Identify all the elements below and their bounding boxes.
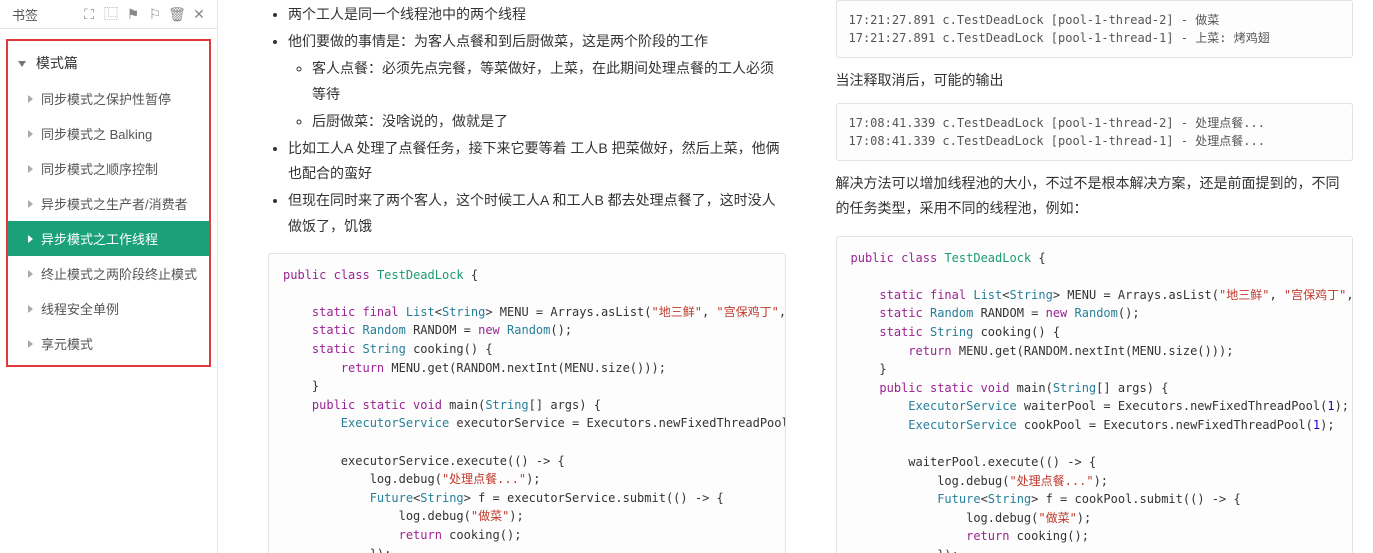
sidebar-item-4[interactable]: 异步模式之工作线程: [8, 221, 209, 256]
unflag-icon[interactable]: ⚐: [145, 4, 165, 24]
right-column: 17:21:27.891 c.TestDeadLock [pool-1-thre…: [806, 0, 1373, 553]
sidebar-item-0[interactable]: 同步模式之保护性暂停: [8, 81, 209, 116]
chevron-down-icon: [18, 61, 26, 67]
sidebar-item-label: 终止模式之两阶段终止模式: [41, 264, 197, 283]
list-item: 但现在同时来了两个客人，这个时候工人A 和工人B 都去处理点餐了，这时没人做饭了…: [288, 188, 786, 238]
bookmark-outline-highlight: 模式篇 同步模式之保护性暂停同步模式之 Balking同步模式之顺序控制异步模式…: [6, 39, 211, 367]
paragraph: 当注释取消后，可能的输出: [836, 68, 1354, 93]
delete-icon[interactable]: 🗑: [167, 4, 187, 24]
left-column: 两个工人是同一个线程池中的两个线程他们要做的事情是：为客人点餐和到后厨做菜，这是…: [218, 0, 806, 553]
chevron-right-icon: [28, 235, 33, 243]
chevron-right-icon: [28, 270, 33, 278]
expand-icon[interactable]: ⛶: [79, 4, 99, 24]
sidebar-item-label: 异步模式之生产者/消费者: [41, 194, 188, 213]
chevron-right-icon: [28, 305, 33, 313]
sidebar-item-5[interactable]: 终止模式之两阶段终止模式: [8, 256, 209, 291]
sidebar-title: 书签: [8, 5, 38, 24]
list-item: 比如工人A 处理了点餐任务，接下来它要等着 工人B 把菜做好，然后上菜，他俩也配…: [288, 136, 786, 186]
code-block-right: public class TestDeadLock { static final…: [836, 236, 1354, 553]
nav-list: 同步模式之保护性暂停同步模式之 Balking 同步模式之顺序控制异步模式之生产者…: [8, 81, 209, 361]
sidebar-item-7[interactable]: 享元模式: [8, 326, 209, 361]
log-output-2: 17:08:41.339 c.TestDeadLock [pool-1-thre…: [836, 103, 1354, 161]
nav-section-header[interactable]: 模式篇: [8, 45, 209, 81]
sidebar-item-label: 同步模式之 Balking: [41, 124, 152, 143]
sidebar-item-label: 异步模式之工作线程: [41, 229, 158, 248]
sidebar-item-label: 线程安全单例: [41, 299, 119, 318]
bullet-list: 两个工人是同一个线程池中的两个线程他们要做的事情是：为客人点餐和到后厨做菜，这是…: [268, 2, 786, 239]
sidebar: 书签 ⛶ ⿺ ⚑ ⚐ 🗑 ✕ 模式篇 同步模式之保护性暂停同步模式之 Balki…: [0, 0, 218, 553]
chevron-right-icon: [28, 340, 33, 348]
sidebar-item-3[interactable]: 异步模式之生产者/消费者: [8, 186, 209, 221]
close-icon[interactable]: ✕: [189, 4, 209, 24]
sidebar-item-label: 同步模式之顺序控制: [41, 159, 158, 178]
sidebar-item-6[interactable]: 线程安全单例: [8, 291, 209, 326]
code-block-left: public class TestDeadLock { static final…: [268, 253, 786, 553]
chevron-right-icon: [28, 165, 33, 173]
chevron-right-icon: [28, 130, 33, 138]
main-content: 两个工人是同一个线程池中的两个线程他们要做的事情是：为客人点餐和到后厨做菜，这是…: [218, 0, 1373, 553]
sidebar-item-label: 同步模式之保护性暂停: [41, 89, 171, 108]
log-output-1: 17:21:27.891 c.TestDeadLock [pool-1-thre…: [836, 0, 1354, 58]
paragraph: 解决方法可以增加线程池的大小，不过不是根本解决方案，还是前面提到的，不同的任务类…: [836, 171, 1354, 221]
add-bookmark-icon[interactable]: ⚑: [123, 4, 143, 24]
list-item: 客人点餐：必须先点完餐，等菜做好，上菜，在此期间处理点餐的工人必须等待: [312, 56, 786, 106]
sidebar-toolbar: 书签 ⛶ ⿺ ⚑ ⚐ 🗑 ✕: [0, 0, 217, 29]
sidebar-item-1[interactable]: 同步模式之 Balking: [8, 116, 209, 151]
nav-section-label: 模式篇: [36, 55, 78, 71]
list-item: 后厨做菜：没啥说的，做就是了: [312, 109, 786, 134]
chevron-right-icon: [28, 200, 33, 208]
list-item: 他们要做的事情是：为客人点餐和到后厨做菜，这是两个阶段的工作客人点餐：必须先点完…: [288, 29, 786, 134]
chevron-right-icon: [28, 95, 33, 103]
list-item: 两个工人是同一个线程池中的两个线程: [288, 2, 786, 27]
collapse-icon[interactable]: ⿺: [101, 4, 121, 24]
sidebar-item-label: 享元模式: [41, 334, 93, 353]
sidebar-item-2[interactable]: 同步模式之顺序控制: [8, 151, 209, 186]
